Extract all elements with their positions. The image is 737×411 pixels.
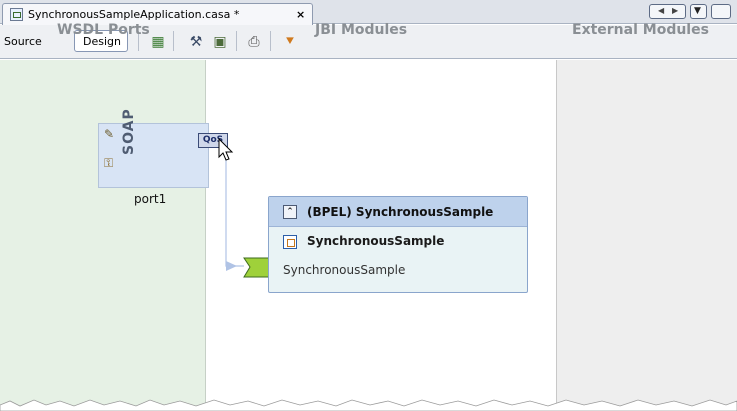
jbi-modules-header: JBI Modules	[315, 22, 408, 38]
external-modules-header: External Modules	[572, 22, 709, 38]
bpel-module-title: (BPEL) SynchronousSample	[307, 205, 494, 219]
source-view-button[interactable]: Source	[4, 35, 42, 48]
edit-icon[interactable]: ✎	[104, 127, 118, 141]
print-icon[interactable]: ⎙	[244, 32, 264, 52]
tab-list-button[interactable]: ▼	[690, 4, 707, 19]
bpel-process-name: SynchronousSample	[307, 234, 445, 248]
tab-title: SynchronousSampleApplication.casa *	[28, 8, 240, 21]
toolbar-separator	[270, 31, 271, 51]
bpel-endpoint-name: SynchronousSample	[283, 263, 406, 277]
toolbar-separator	[173, 31, 174, 51]
bpel-module-header: ⌃ (BPEL) SynchronousSample	[269, 197, 527, 227]
close-tab-icon[interactable]: ×	[296, 8, 305, 21]
scroll-left-icon[interactable]: ◀	[658, 6, 664, 15]
test-tool-icon[interactable]: ⚒	[186, 32, 206, 52]
wsdl-ports-region[interactable]	[0, 60, 205, 411]
scroll-right-icon[interactable]: ▶	[672, 6, 678, 15]
expand-all-icon[interactable]: ⯆	[280, 32, 300, 52]
key-icon: ⚿	[104, 156, 114, 170]
collapse-icon[interactable]: ⌃	[283, 205, 297, 219]
tab-casa-document[interactable]: SynchronousSampleApplication.casa * ×	[2, 3, 313, 25]
bpel-process-icon	[283, 235, 297, 249]
mouse-cursor-icon	[218, 138, 234, 161]
tab-scroll-buttons: ◀ ▶	[649, 4, 686, 19]
deploy-icon[interactable]: ▣	[210, 32, 230, 52]
build-project-icon[interactable]: ▦	[148, 32, 168, 52]
casa-file-icon	[10, 8, 23, 21]
toolbar-separator	[236, 31, 237, 51]
soap-binding-label: SOAP	[121, 108, 137, 155]
editor-tab-strip: SynchronousSampleApplication.casa * × ◀ …	[0, 0, 737, 25]
wsdl-ports-header: WSDL Ports	[57, 22, 150, 38]
maximize-window-button[interactable]	[711, 4, 731, 19]
chevron-down-icon: ▼	[694, 6, 701, 16]
soap-port-box[interactable]: ✎ ⚿	[98, 123, 209, 188]
port-name: port1	[134, 192, 167, 206]
bpel-module-box[interactable]: ⌃ (BPEL) SynchronousSample SynchronousSa…	[268, 196, 528, 293]
external-modules-region[interactable]	[556, 60, 737, 411]
